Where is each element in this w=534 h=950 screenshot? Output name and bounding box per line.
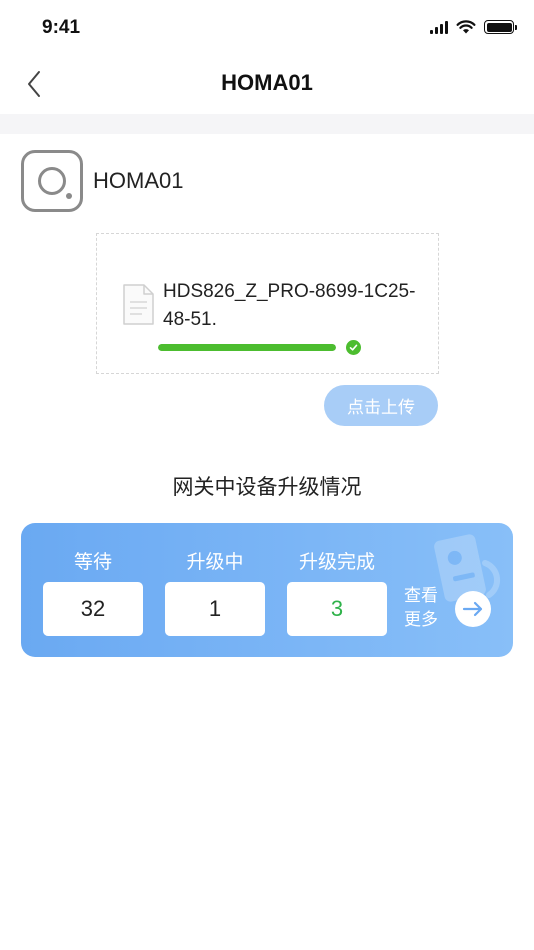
firmware-file-box[interactable]: HDS826_Z_PRO-8699-1C25-48-51. [96,233,439,374]
status-icons [430,20,517,34]
battery-icon [484,20,517,34]
upload-progress-bar [158,344,336,351]
upload-progress-fill [158,344,336,351]
upgrading-label: 升级中 [186,551,244,573]
section-divider [0,114,534,134]
waiting-label: 等待 [73,551,112,573]
status-bar: 9:41 [0,0,534,56]
status-time: 9:41 [42,17,81,38]
firmware-file-name: HDS826_Z_PRO-8699-1C25-48-51. [163,281,416,330]
upgrade-status-card: 等待 32 升级中 1 升级完成 3 查看更多 [21,523,513,657]
view-more-button[interactable] [455,591,491,627]
section-title: 网关中设备升级情况 [172,475,362,499]
upload-button[interactable]: 点击上传 [324,385,438,426]
check-icon [346,340,361,355]
cellular-signal-icon [430,20,448,34]
arrow-right-icon [462,601,483,617]
completed-label: 升级完成 [298,551,375,573]
completed-count[interactable]: 3 [287,582,387,636]
device-name: HOMA01 [93,168,184,193]
gateway-device-icon [21,150,83,212]
document-icon [123,284,154,325]
navigation-bar: HOMA01 [0,56,534,112]
upgrading-count[interactable]: 1 [165,582,265,636]
waiting-count[interactable]: 32 [43,582,143,636]
view-more-label[interactable]: 查看更多 [404,584,444,632]
page-title: HOMA01 [221,70,313,95]
device-header: HOMA01 [21,150,183,212]
wifi-icon [456,20,476,34]
